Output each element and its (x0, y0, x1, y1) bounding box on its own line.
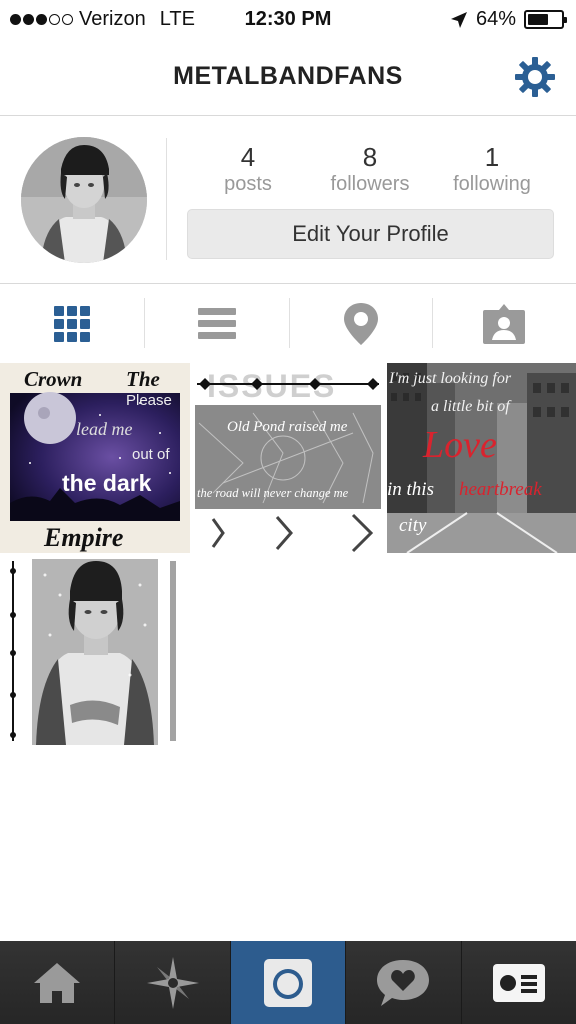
tab-tagged-view[interactable] (432, 284, 576, 363)
posts-label: posts (224, 173, 272, 195)
camera-icon (264, 958, 313, 1007)
post-text: the road will never change me (197, 486, 349, 500)
followers-label: followers (330, 173, 410, 195)
post-text: out of (132, 446, 170, 463)
post-text: lead me (76, 419, 132, 439)
followers-value: 8 (362, 142, 378, 172)
post-text: The (126, 367, 160, 391)
username-title: METALBANDFANS (173, 62, 403, 90)
battery-fill (528, 14, 549, 25)
tab-grid-view[interactable] (0, 284, 144, 363)
post-image (0, 555, 190, 747)
profile-header: METALBANDFANS (0, 38, 576, 116)
post-text: in this (387, 479, 434, 500)
post-text: Empire (43, 523, 123, 552)
post-image: Crown The Please lead me out of the dark… (0, 363, 190, 553)
followers-count[interactable]: 8 followers (305, 142, 435, 196)
nav-home[interactable] (0, 941, 116, 1024)
post-text: city (399, 515, 427, 536)
avatar[interactable] (21, 137, 147, 263)
nav-profile[interactable] (461, 941, 576, 1024)
post-thumbnail[interactable] (0, 555, 190, 747)
tab-list-view[interactable] (145, 284, 289, 363)
post-text: a little bit of (431, 398, 512, 415)
post-image: ISSUES Old Pond raised me the road will … (193, 363, 383, 553)
gear-icon[interactable] (514, 56, 556, 98)
edit-profile-button[interactable]: Edit Your Profile (187, 209, 554, 259)
profile-divider (166, 138, 167, 260)
battery-percent: 64% (475, 8, 516, 30)
list-icon (198, 307, 236, 339)
grid-icon (54, 305, 90, 342)
explore-star-icon (146, 956, 199, 1009)
posts-value: 4 (240, 142, 256, 172)
post-text: the dark (62, 470, 152, 496)
following-value: 1 (484, 142, 500, 172)
nav-activity[interactable] (346, 941, 462, 1024)
location-arrow-icon (450, 11, 467, 28)
post-text: Love (422, 424, 497, 466)
location-pin-icon (344, 302, 378, 345)
status-bar: Verizon LTE 12:30 PM 64% (0, 0, 576, 38)
bottom-tab-bar (0, 941, 576, 1024)
heart-bubble-icon (377, 959, 430, 1006)
home-icon (34, 962, 81, 1003)
post-text: Crown (24, 367, 82, 391)
post-thumbnail[interactable]: Crown The Please lead me out of the dark… (0, 363, 190, 553)
view-tabs (0, 284, 576, 363)
nav-explore[interactable] (115, 941, 231, 1024)
profile-card-icon (492, 963, 545, 1002)
tab-map-view[interactable] (289, 284, 433, 363)
following-label: following (453, 173, 531, 195)
post-thumbnail[interactable]: I'm just looking for a little bit of Lov… (387, 363, 576, 553)
posts-count[interactable]: 4 posts (183, 142, 313, 196)
tagged-person-icon (483, 303, 525, 344)
post-text: I'm just looking for (388, 370, 512, 387)
post-thumbnail[interactable]: ISSUES Old Pond raised me the road will … (193, 363, 383, 553)
battery-icon (524, 10, 567, 29)
post-text: heartbreak (459, 479, 542, 500)
post-text: Old Pond raised me (227, 419, 348, 435)
status-right: 64% (450, 8, 567, 31)
profile-summary: 4 posts 8 followers 1 following Edit You… (0, 116, 576, 284)
avatar-photo (21, 137, 147, 263)
nav-camera[interactable] (230, 941, 347, 1024)
following-count[interactable]: 1 following (427, 142, 557, 196)
post-text: Please (126, 392, 172, 409)
post-image: I'm just looking for a little bit of Lov… (387, 363, 576, 553)
